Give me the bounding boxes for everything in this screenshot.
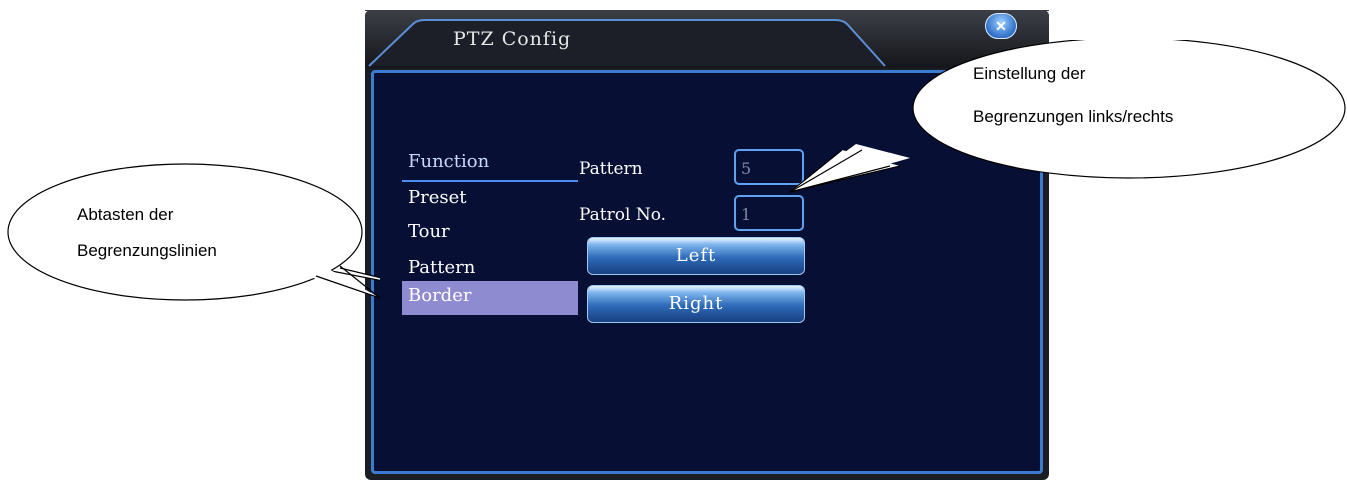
config-panel: Function Preset Tour Pattern Border Patt…: [371, 70, 1043, 474]
patrol-no-label: Patrol No.: [579, 205, 667, 225]
patrol-no-input[interactable]: 1: [734, 195, 804, 231]
left-callout-line1: Abtasten der: [77, 205, 174, 224]
title-bar: PTZ Config ✕: [365, 10, 1049, 68]
close-button[interactable]: ✕: [985, 13, 1017, 39]
pattern-label: Pattern: [579, 159, 643, 179]
menu-header-function: Function: [408, 151, 490, 172]
page-title: PTZ Config: [453, 28, 572, 50]
right-callout-line1: Einstellung der: [973, 64, 1086, 83]
left-callout-bubble: [7, 163, 380, 301]
ptz-config-dialog: PTZ Config ✕ Function Preset Tour Patter…: [365, 10, 1049, 480]
left-callout-line2: Begrenzungslinien: [77, 241, 217, 260]
right-callout-line2: Begrenzungen links/rechts: [973, 107, 1174, 126]
menu-item-border[interactable]: Border: [402, 281, 578, 315]
menu-item-tour[interactable]: Tour: [402, 217, 578, 251]
pattern-input[interactable]: 5: [734, 149, 804, 185]
close-icon: ✕: [995, 17, 1007, 34]
menu-item-preset[interactable]: Preset: [402, 183, 578, 217]
right-button[interactable]: Right: [587, 285, 805, 323]
left-button[interactable]: Left: [587, 237, 805, 275]
menu-divider: [402, 180, 578, 182]
